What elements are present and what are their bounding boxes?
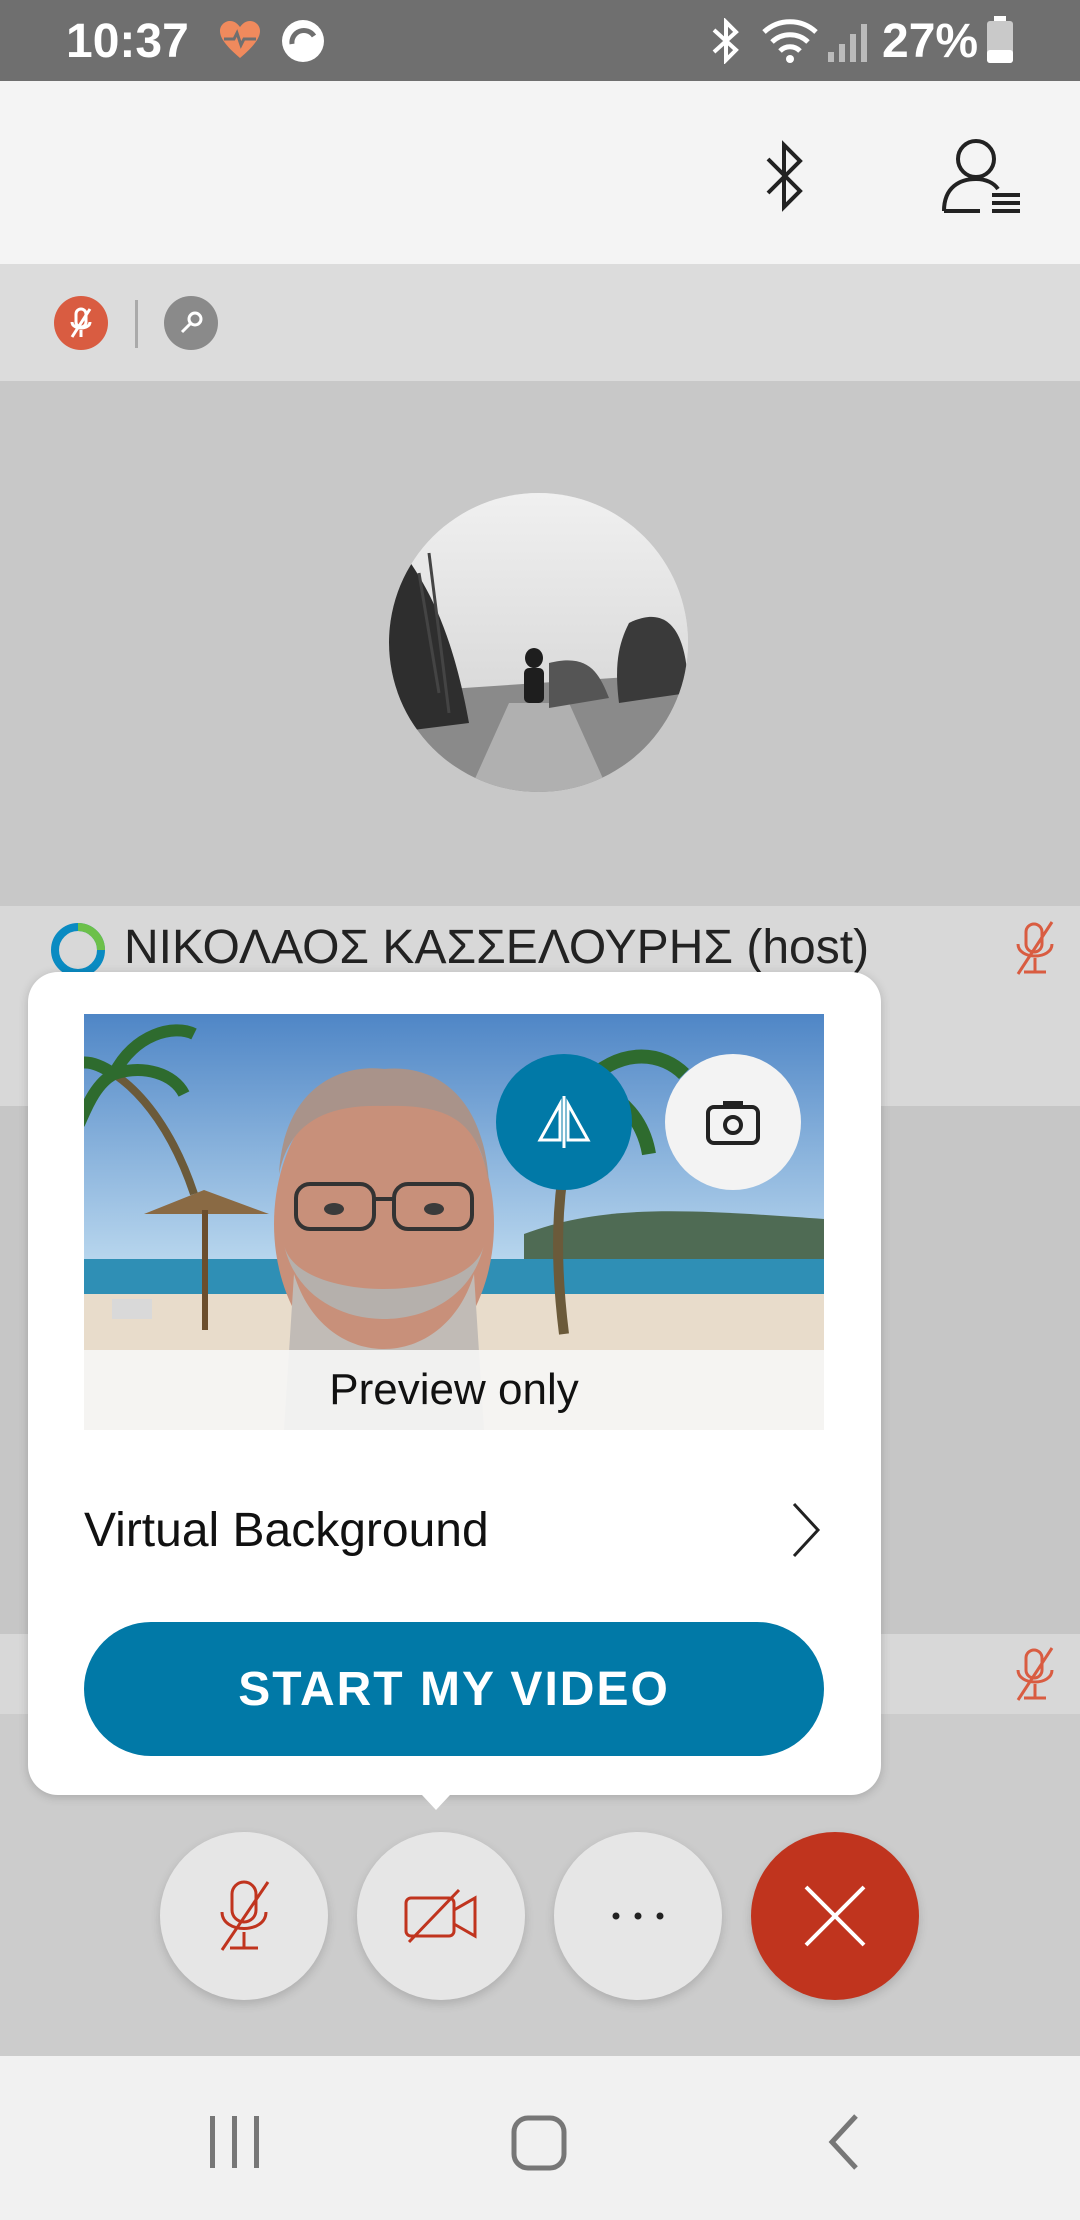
video-off-icon	[404, 1888, 477, 1944]
wifi-icon	[762, 19, 818, 63]
app-bar	[0, 81, 1080, 264]
health-icon	[220, 21, 260, 58]
system-navigation-bar	[0, 2056, 1080, 2220]
meeting-info-bar	[0, 264, 1080, 381]
participant-muted-icon	[1016, 921, 1054, 975]
virtual-background-label: Virtual Background	[84, 1503, 489, 1557]
switch-camera-icon	[706, 1101, 760, 1145]
recent-apps-icon[interactable]	[208, 2116, 262, 2168]
more-options-button[interactable]	[554, 1832, 722, 2000]
back-icon[interactable]	[824, 2112, 864, 2172]
switch-camera-button[interactable]	[665, 1054, 801, 1190]
key-icon[interactable]	[164, 296, 218, 350]
popup-pointer	[408, 1780, 464, 1810]
avatar	[389, 493, 688, 792]
muted-status-icon[interactable]	[54, 296, 108, 350]
participant-2-muted-icon	[1016, 1647, 1054, 1701]
video-button[interactable]	[357, 1832, 525, 2000]
more-icon	[612, 1912, 664, 1920]
participant-name: ΝΙΚΟΛΑΟΣ ΚΑΣΣΕΛΟΥΡΗΣ (host)	[124, 921, 870, 974]
chevron-right-icon	[792, 1502, 821, 1558]
participants-list-icon[interactable]	[940, 133, 1024, 217]
mirror-icon	[537, 1096, 591, 1148]
microphone-muted-icon	[220, 1880, 270, 1951]
bluetooth-icon[interactable]	[758, 137, 812, 217]
home-icon[interactable]	[510, 2114, 568, 2172]
close-icon	[804, 1885, 866, 1947]
start-my-video-button[interactable]: START MY VIDEO	[84, 1622, 824, 1756]
bluetooth-status-icon	[712, 18, 739, 64]
signal-icon	[828, 24, 867, 62]
leave-meeting-button[interactable]	[751, 1832, 919, 2000]
mirror-video-button[interactable]	[496, 1054, 632, 1190]
webex-logo-icon	[51, 923, 105, 977]
preview-only-label: Preview only	[84, 1350, 824, 1430]
divider	[135, 300, 138, 348]
virtual-background-row[interactable]: Virtual Background	[84, 1480, 824, 1580]
battery-icon	[987, 16, 1013, 63]
status-time: 10:37	[66, 15, 189, 68]
status-bar: 10:37 27%	[0, 0, 1080, 81]
sync-icon	[282, 20, 324, 62]
mute-button[interactable]	[160, 1832, 328, 2000]
battery-percent: 27%	[882, 15, 979, 68]
